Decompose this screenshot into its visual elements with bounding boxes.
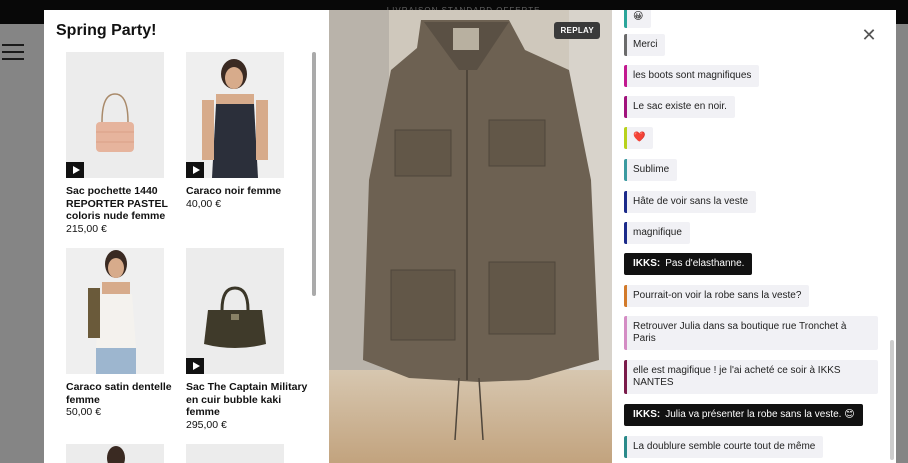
product-card[interactable]: [186, 444, 306, 463]
panel-title: Spring Party!: [56, 22, 157, 39]
video-play-icon[interactable]: [186, 358, 204, 374]
live-shopping-modal: Spring Party! Sac pochette 1440 REPORTER…: [44, 10, 896, 463]
product-card[interactable]: Caraco satin dentelle femme 50,00 €: [66, 248, 186, 419]
product-price: 50,00 €: [66, 406, 102, 418]
product-image[interactable]: [186, 248, 284, 374]
product-name[interactable]: Sac pochette 1440 REPORTER PASTEL colori…: [66, 185, 188, 223]
chat-scrollbar[interactable]: [890, 340, 894, 460]
chat-author: IKKS:: [633, 258, 661, 269]
chat-message: Hâte de voir sans la veste: [624, 191, 757, 213]
chat-message: Sublime: [624, 159, 678, 181]
product-price: 295,00 €: [186, 418, 227, 431]
products-panel: Spring Party! Sac pochette 1440 REPORTER…: [44, 10, 329, 463]
black-cami-model-image: [186, 52, 284, 178]
chat-author: IKKS:: [633, 409, 661, 420]
video-play-icon[interactable]: [186, 162, 204, 178]
product-price: 215,00 €: [66, 222, 107, 235]
products-scrollbar[interactable]: [312, 52, 316, 296]
leather-bag-image: [186, 248, 284, 374]
chat-message: les boots sont magnifiques: [624, 65, 760, 87]
product-image[interactable]: [66, 248, 164, 374]
video-play-icon[interactable]: [66, 162, 84, 178]
video-frame-jacket: [329, 10, 612, 463]
chat-message: elle est magifique ! je l'ai acheté ce s…: [624, 360, 878, 394]
chat-text: Julia va présenter la robe sans la veste…: [665, 409, 855, 420]
chat-message: 😀: [624, 10, 652, 28]
chat-message: ❤️: [624, 127, 654, 149]
live-video[interactable]: REPLAY: [329, 10, 612, 463]
chat-message: La doublure semble courte tout de même: [624, 436, 824, 458]
chat-message: Merci: [624, 34, 666, 56]
satin-cami-model-image: [66, 248, 164, 374]
chat-message: Pourrait-on voir la robe sans la veste?: [624, 285, 810, 307]
chat-text: Pas d'elasthanne.: [665, 258, 745, 269]
product-card[interactable]: [66, 444, 186, 463]
product-image[interactable]: [186, 52, 284, 178]
product-image[interactable]: [66, 52, 164, 178]
product-card[interactable]: Sac The Captain Military en cuir bubble …: [186, 248, 308, 432]
chat-message: Le sac existe en noir.: [624, 96, 735, 118]
product-name[interactable]: Sac The Captain Military en cuir bubble …: [186, 381, 308, 419]
product-image[interactable]: [186, 444, 284, 463]
chat-message-brand: IKKS: Pas d'elasthanne.: [624, 253, 753, 275]
replay-badge: REPLAY: [554, 22, 600, 39]
product-image-partial: [66, 444, 164, 463]
product-image[interactable]: [66, 444, 164, 463]
product-price: 40,00 €: [186, 197, 222, 210]
handbag-image: [66, 52, 164, 178]
product-card[interactable]: Sac pochette 1440 REPORTER PASTEL colori…: [66, 52, 186, 236]
product-name[interactable]: Caraco noir femme: [186, 185, 308, 198]
chat-panel: 😀 Merci les boots sont magnifiques Le sa…: [612, 10, 896, 463]
chat-message: Retrouver Julia dans sa boutique rue Tro…: [624, 316, 878, 350]
chat-message: magnifique: [624, 222, 690, 244]
chat-message-brand: IKKS: Julia va présenter la robe sans la …: [624, 404, 863, 426]
product-name[interactable]: Caraco satin dentelle femme: [66, 381, 188, 406]
product-card[interactable]: Caraco noir femme 40,00 €: [186, 52, 306, 211]
close-icon[interactable]: ✕: [854, 20, 884, 50]
